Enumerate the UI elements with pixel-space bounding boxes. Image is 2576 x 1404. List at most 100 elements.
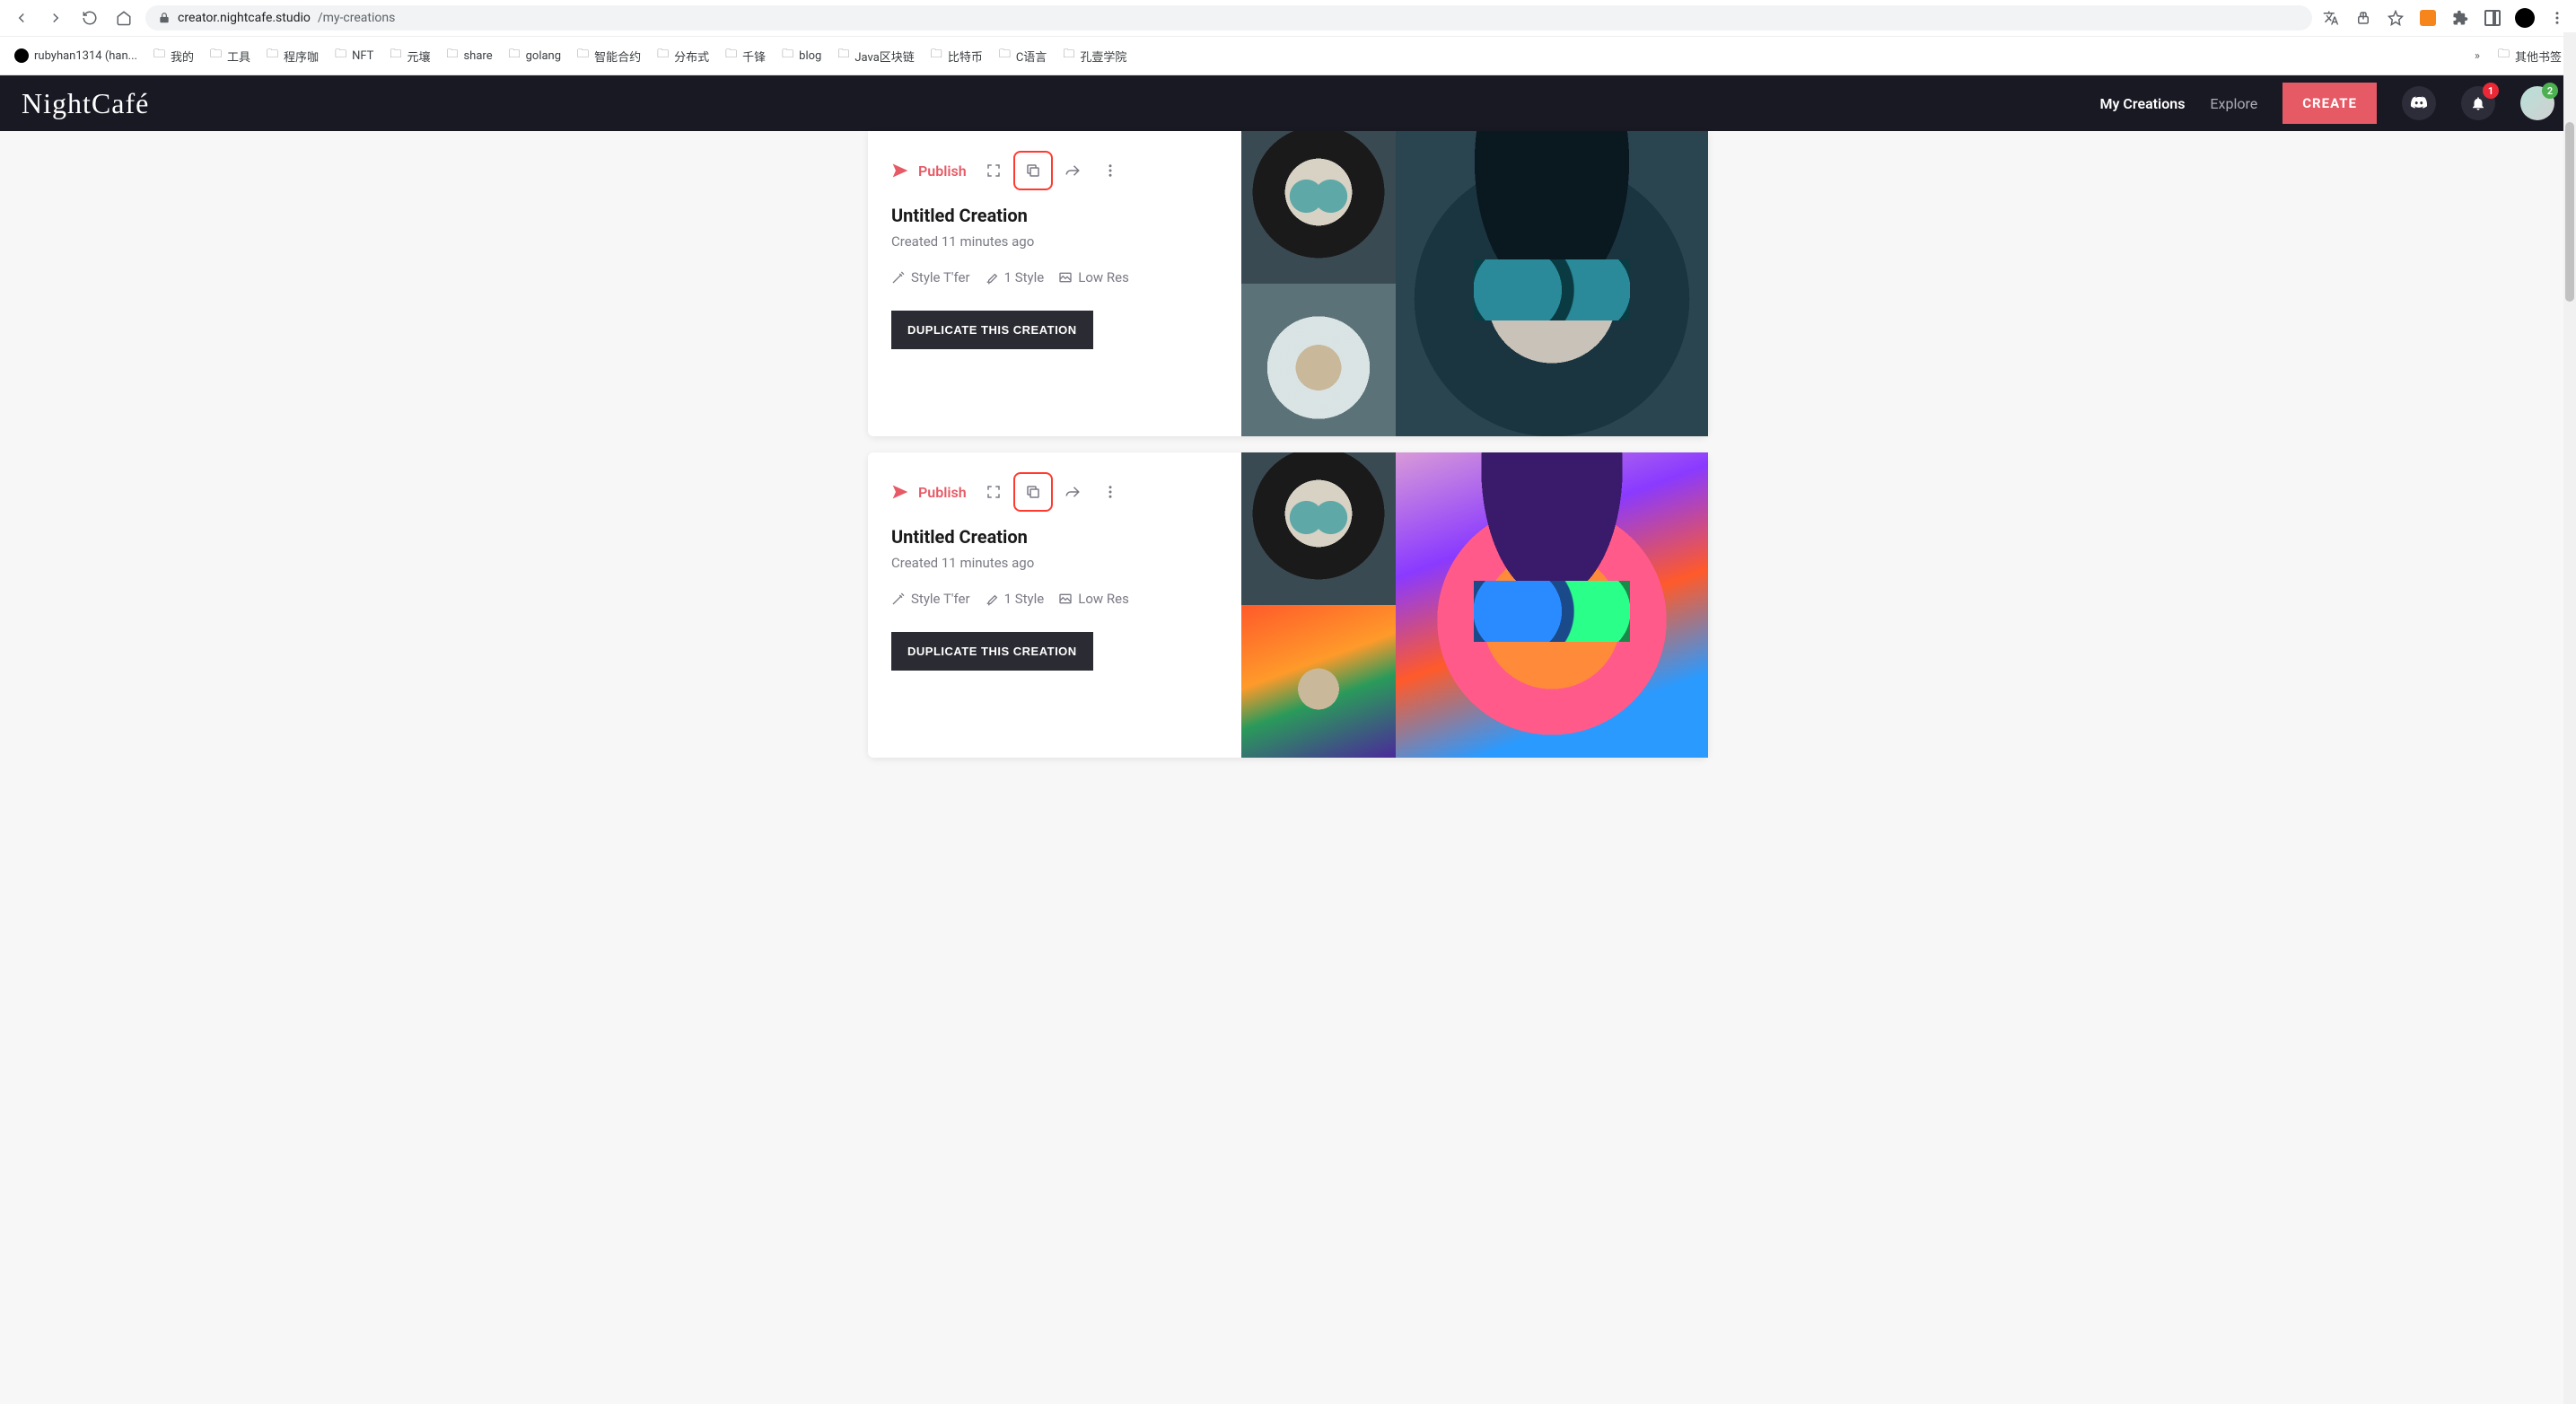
wand-icon: [891, 270, 906, 285]
chrome-menu-icon[interactable]: [2547, 8, 2567, 28]
tag-res: Low Res: [1058, 591, 1129, 607]
brush-icon: [985, 270, 999, 285]
scrollbar[interactable]: [2563, 32, 2576, 1404]
bookmark-other[interactable]: 🗀其他书签: [2493, 42, 2567, 69]
copy-button[interactable]: [1022, 481, 1044, 503]
fullscreen-button[interactable]: [983, 481, 1004, 503]
copy-button[interactable]: [1022, 160, 1044, 181]
share-button[interactable]: [1062, 481, 1083, 503]
url-path: /my-creations: [318, 11, 395, 25]
folder-icon: 🗀: [782, 46, 793, 66]
creation-main-image[interactable]: [1396, 452, 1708, 758]
creation-main-image[interactable]: [1396, 131, 1708, 436]
bookmark-folder[interactable]: 🗀NFT: [329, 42, 379, 69]
send-icon: [891, 162, 909, 180]
publish-label: Publish: [918, 484, 967, 501]
more-button[interactable]: [1100, 160, 1121, 181]
bookmark-folder[interactable]: 🗀千锋: [720, 42, 771, 69]
toolbar-right-icons: [2321, 8, 2567, 28]
creation-title: Untitled Creation: [891, 526, 1218, 548]
bookmark-github[interactable]: rubyhan1314 (han...: [9, 45, 143, 66]
address-bar[interactable]: creator.nightcafe.studio/my-creations: [145, 5, 2312, 31]
creation-thumb-image[interactable]: [1241, 284, 1396, 436]
app-nav: My Creations Explore CREATE 1 2: [2099, 83, 2554, 124]
creation-thumbnails: [1241, 131, 1396, 436]
share-arrow-icon: [1065, 162, 1081, 179]
publish-button[interactable]: Publish: [891, 162, 967, 180]
duplicate-button[interactable]: DUPLICATE THIS CREATION: [891, 311, 1093, 349]
expand-icon: [986, 484, 1002, 500]
bookmark-folder[interactable]: 🗀孔壹学院: [1057, 42, 1132, 69]
star-icon[interactable]: [2386, 8, 2405, 28]
bookmark-folder[interactable]: 🗀分布式: [652, 42, 714, 69]
extensions-icon[interactable]: [2450, 8, 2470, 28]
folder-icon: 🗀: [1063, 46, 1074, 66]
folder-icon: 🗀: [153, 46, 165, 66]
share-arrow-icon: [1065, 484, 1081, 500]
folder-icon: 🗀: [657, 46, 669, 66]
scrollbar-thumb[interactable]: [2565, 122, 2574, 302]
bookmark-folder[interactable]: 🗀元壤: [384, 42, 435, 69]
bookmark-folder[interactable]: 🗀我的: [148, 42, 199, 69]
creation-thumb-image[interactable]: [1241, 452, 1396, 605]
home-button[interactable]: [111, 5, 136, 31]
notifications-button[interactable]: 1: [2461, 86, 2495, 120]
share-button[interactable]: [1062, 160, 1083, 181]
bookmark-folder[interactable]: 🗀程序咖: [261, 42, 324, 69]
bookmark-folder[interactable]: 🗀C语言: [994, 42, 1052, 69]
bookmark-folder[interactable]: 🗀Java区块链: [832, 42, 919, 69]
back-button[interactable]: [9, 5, 34, 31]
folder-icon: 🗀: [390, 46, 401, 66]
nav-explore[interactable]: Explore: [2210, 95, 2257, 112]
tag-res: Low Res: [1058, 269, 1129, 285]
creation-action-row: Publish: [891, 158, 1218, 183]
reload-button[interactable]: [77, 5, 102, 31]
creation-images: [1241, 452, 1708, 758]
github-icon: [14, 48, 29, 63]
notification-badge: 1: [2483, 83, 2499, 99]
bookmark-folder[interactable]: 🗀智能合约: [572, 42, 646, 69]
creation-thumb-image[interactable]: [1241, 605, 1396, 758]
creation-thumb-image[interactable]: [1241, 131, 1396, 284]
creation-images: [1241, 131, 1708, 436]
bookmark-folder[interactable]: 🗀blog: [776, 42, 827, 69]
lock-icon: [158, 12, 171, 24]
share-icon[interactable]: [2353, 8, 2373, 28]
creation-card-left: Publish Untitled Creation Created 11 min…: [868, 452, 1241, 758]
user-avatar[interactable]: 2: [2520, 86, 2554, 120]
wand-icon: [891, 592, 906, 606]
creation-thumbnails: [1241, 452, 1396, 758]
create-button[interactable]: CREATE: [2282, 83, 2377, 124]
bookmark-folder[interactable]: 🗀golang: [504, 42, 566, 69]
tag-algo: Style T'fer: [891, 269, 970, 285]
publish-button[interactable]: Publish: [891, 483, 967, 501]
extension-metamask-icon[interactable]: [2418, 8, 2438, 28]
expand-icon: [986, 162, 1002, 179]
discord-button[interactable]: [2402, 86, 2436, 120]
folder-icon: 🗀: [725, 46, 737, 66]
creation-title: Untitled Creation: [891, 205, 1218, 226]
folder-icon: 🗀: [2498, 46, 2510, 66]
image-icon: [1058, 592, 1073, 606]
folder-icon: 🗀: [931, 46, 942, 66]
creation-created: Created 11 minutes ago: [891, 555, 1218, 571]
profile-avatar-icon[interactable]: [2515, 8, 2535, 28]
side-panel-icon[interactable]: [2483, 8, 2502, 28]
duplicate-button[interactable]: DUPLICATE THIS CREATION: [891, 632, 1093, 671]
bookmark-folder[interactable]: 🗀share: [441, 42, 497, 69]
creation-tags: Style T'fer 1 Style Low Res: [891, 591, 1218, 607]
forward-button[interactable]: [43, 5, 68, 31]
folder-icon: 🗀: [210, 46, 222, 66]
more-button[interactable]: [1100, 481, 1121, 503]
logo[interactable]: NightCafé: [22, 87, 149, 120]
dots-vertical-icon: [1102, 162, 1118, 179]
fullscreen-button[interactable]: [983, 160, 1004, 181]
bookmark-folder[interactable]: 🗀比特币: [925, 42, 988, 69]
tag-algo: Style T'fer: [891, 591, 970, 607]
bookmarks-overflow-icon[interactable]: »: [2467, 49, 2487, 63]
folder-icon: 🗀: [335, 46, 346, 66]
nav-my-creations[interactable]: My Creations: [2099, 95, 2185, 112]
folder-icon: 🗀: [577, 46, 589, 66]
bookmark-folder[interactable]: 🗀工具: [205, 42, 256, 69]
translate-icon[interactable]: [2321, 8, 2341, 28]
